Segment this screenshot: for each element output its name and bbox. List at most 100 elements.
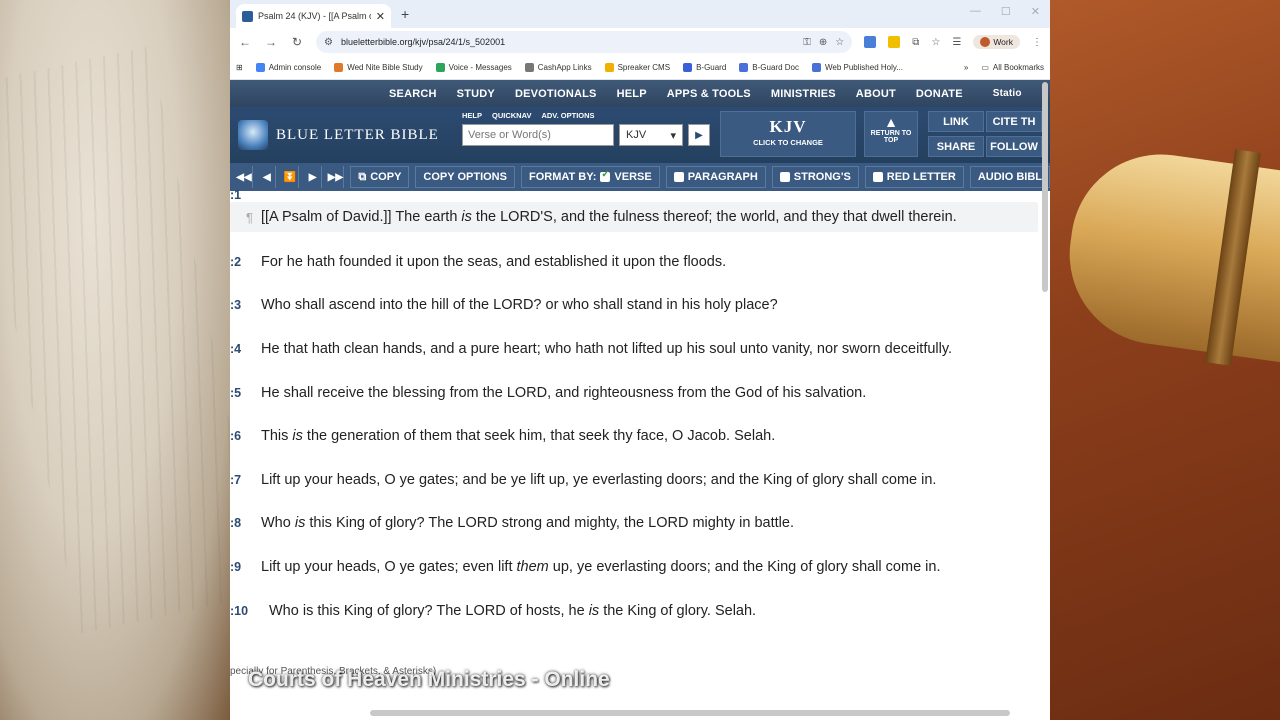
bookmark-item[interactable]: Web Published Holy... <box>811 63 903 72</box>
prev-chapter-icon[interactable]: ◀ <box>259 166 276 188</box>
search-help-link[interactable]: HELP <box>462 111 482 120</box>
verse-row[interactable]: :6 This is the generation of them that se… <box>230 414 1050 458</box>
first-chapter-icon[interactable]: ◀◀ <box>236 166 253 188</box>
verse-checkbox[interactable] <box>600 169 611 182</box>
bookmark-favicon-icon <box>811 63 821 72</box>
copy-button[interactable]: ⧉ COPY <box>350 166 410 188</box>
zoom-icon[interactable]: ⊕ <box>819 37 827 48</box>
back-icon[interactable]: ← <box>238 35 252 49</box>
tab-bar: Psalm 24 (KJV) - [[A Psalm of Da ✕ + — ☐… <box>230 0 1050 28</box>
all-bookmarks-folder[interactable]: ▭ All Bookmarks <box>981 63 1044 72</box>
nav-item[interactable]: MINISTRIES <box>771 88 836 100</box>
password-key-icon[interactable]: ⚿ <box>803 37 811 48</box>
verse-row[interactable]: :9 Lift up your heads, O ye gates; even l… <box>230 545 1050 589</box>
verse-number[interactable]: :3 <box>230 298 260 312</box>
paragraph-checkbox[interactable] <box>673 172 684 182</box>
search-go-button[interactable]: ▶ <box>688 124 710 146</box>
reload-icon[interactable]: ↻ <box>290 35 304 49</box>
verse-row[interactable]: :1 ¶ [[A Psalm of David.]] The earth is th… <box>230 188 1038 232</box>
bookmark-item[interactable]: Spreaker CMS <box>604 63 670 72</box>
verse-number[interactable]: :6 <box>230 429 260 443</box>
bookmark-item[interactable]: B-Guard Doc <box>739 63 799 72</box>
close-tab-icon[interactable]: ✕ <box>376 10 385 23</box>
forward-icon[interactable]: → <box>264 35 278 49</box>
strongs-toggle[interactable]: STRONG'S <box>771 166 859 188</box>
background-wood <box>1050 0 1280 720</box>
verse-number[interactable]: :2 <box>230 255 260 269</box>
verse-number[interactable]: :5 <box>230 386 260 400</box>
close-window-icon[interactable]: ✕ <box>1031 5 1040 18</box>
verse-number[interactable]: :7 <box>230 473 260 487</box>
format-by-verse[interactable]: FORMAT BY: VERSE <box>520 166 660 188</box>
nav-item[interactable]: DEVOTIONALS <box>515 88 597 100</box>
nav-item[interactable]: HELP <box>617 88 647 100</box>
copy-options-button[interactable]: COPY OPTIONS <box>415 166 515 188</box>
paragraph-toggle[interactable]: PARAGRAPH <box>665 166 766 188</box>
nav-item[interactable]: STUDY <box>457 88 495 100</box>
quicknav-link[interactable]: QUICKNAV <box>492 111 531 120</box>
red-letter-checkbox[interactable] <box>872 172 883 182</box>
site-header: BLUE LETTER BIBLE HELP QUICKNAV ADV. OPT… <box>230 107 1050 163</box>
station-link[interactable]: Statio <box>993 88 1022 99</box>
bookmark-star-icon[interactable]: ☆ <box>835 37 844 48</box>
last-chapter-icon[interactable]: ▶▶ <box>328 166 345 188</box>
translate-extension-icon[interactable] <box>864 36 877 48</box>
cite-button[interactable]: CITE TH <box>986 111 1042 132</box>
strongs-checkbox[interactable] <box>779 172 790 182</box>
verse-search-input[interactable]: Verse or Word(s) <box>462 124 614 146</box>
blb-favicon-icon <box>242 10 253 22</box>
blb-logo[interactable]: BLUE LETTER BIBLE <box>238 120 439 150</box>
yellow-extension-icon[interactable] <box>888 36 901 48</box>
share-button[interactable]: SHARE <box>928 136 984 157</box>
verse-row[interactable]: :3 Who shall ascend into the hill of the … <box>230 284 1050 328</box>
verse-row[interactable]: :4 He that hath clean hands, and a pure h… <box>230 327 1050 371</box>
nav-item[interactable]: SEARCH <box>389 88 437 100</box>
vertical-scrollbar[interactable] <box>1042 82 1048 292</box>
link-button[interactable]: LINK <box>928 111 984 132</box>
arrow-up-icon: ▲ <box>884 114 898 130</box>
more-bookmarks-icon[interactable]: » <box>964 63 968 72</box>
return-to-top-button[interactable]: ▲ RETURN TO TOP <box>864 111 918 157</box>
nav-item[interactable]: DONATE <box>916 88 963 100</box>
extensions-puzzle-icon[interactable]: ⧉ <box>912 37 919 48</box>
browser-tab[interactable]: Psalm 24 (KJV) - [[A Psalm of Da ✕ <box>236 4 391 28</box>
menu-kebab-icon[interactable]: ⋮ <box>1032 37 1042 48</box>
jump-down-icon[interactable]: ⏬ <box>282 166 299 188</box>
verse-number[interactable]: :9 <box>230 560 260 574</box>
verse-number[interactable]: :4 <box>230 342 260 356</box>
profile-chip[interactable]: Work <box>973 35 1020 49</box>
minimize-icon[interactable]: — <box>970 5 981 18</box>
verse-number[interactable]: :1 <box>230 188 260 202</box>
follow-button[interactable]: FOLLOW <box>986 136 1042 157</box>
next-chapter-icon[interactable]: ▶ <box>305 166 322 188</box>
horizontal-scrollbar[interactable] <box>370 710 1010 716</box>
verse-row[interactable]: :7 Lift up your heads, O ye gates; and be… <box>230 458 1050 502</box>
maximize-icon[interactable]: ☐ <box>1001 5 1011 18</box>
adv-options-link[interactable]: ADV. OPTIONS <box>541 111 594 120</box>
site-top-nav: SEARCH STUDY DEVOTIONALS HELP APPS & TOOLS MI… <box>230 80 1050 107</box>
audio-bible-button[interactable]: AUDIO BIBL <box>969 166 1050 188</box>
nav-item[interactable]: APPS & TOOLS <box>667 88 751 100</box>
verse-number[interactable]: :10 <box>230 604 260 618</box>
verse-row[interactable]: :10 Who is this King of glory? The LORD o… <box>230 589 1050 633</box>
url-omnibox[interactable]: ⚙ blueletterbible.org/kjv/psa/24/1/s_502… <box>316 31 853 53</box>
reading-list-icon[interactable]: ☰ <box>952 37 961 48</box>
verse-row[interactable]: :8 Who is this King of glory? The LORD st… <box>230 502 1050 546</box>
bookmark-star-toolbar-icon[interactable]: ☆ <box>931 37 940 48</box>
apps-grid-icon[interactable]: ⊞ <box>236 63 243 72</box>
new-tab-icon[interactable]: + <box>401 6 409 22</box>
version-change-box[interactable]: KJV CLICK TO CHANGE <box>720 111 856 157</box>
verse-row[interactable]: :5 He shall receive the blessing from the… <box>230 371 1050 415</box>
version-select[interactable]: KJV ▾ <box>619 124 683 146</box>
red-letter-toggle[interactable]: RED LETTER <box>864 166 964 188</box>
bookmark-item[interactable]: CashApp Links <box>524 63 592 72</box>
bookmark-item[interactable]: Wed Nite Bible Study <box>334 63 423 72</box>
bookmark-item[interactable]: B-Guard <box>683 63 726 72</box>
verse-list: :1 ¶ [[A Psalm of David.]] The earth is th… <box>230 188 1050 633</box>
site-info-icon[interactable]: ⚙ <box>324 37 333 48</box>
verse-number[interactable]: :8 <box>230 516 260 530</box>
nav-item[interactable]: ABOUT <box>856 88 896 100</box>
bookmark-item[interactable]: Voice - Messages <box>435 63 512 72</box>
bookmark-item[interactable]: Admin console <box>255 63 321 72</box>
verse-row[interactable]: :2 For he hath founded it upon the seas, … <box>230 240 1050 284</box>
